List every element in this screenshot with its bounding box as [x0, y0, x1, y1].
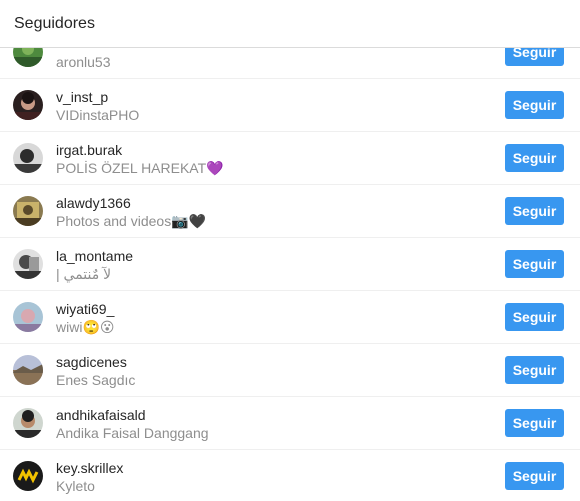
follower-fullname: Kyleto [56, 478, 95, 494]
follower-username[interactable]: la_montame [56, 247, 133, 265]
avatar[interactable] [13, 461, 43, 491]
follower-fullname: | لآ مٌنتمي [56, 266, 112, 282]
follower-fullname: Photos and videos📷🖤 [56, 213, 207, 229]
avatar[interactable] [13, 143, 43, 173]
follower-username[interactable]: wiyati69_ [56, 300, 114, 318]
follower-username[interactable]: andhikafaisald [56, 406, 146, 424]
follower-row: la_montame | لآ مٌنتمي Seguir [0, 238, 580, 291]
follow-button[interactable]: Seguir [505, 462, 564, 490]
follower-username[interactable]: alawdy1366 [56, 194, 131, 212]
followers-list[interactable]: aronlu53 Seguir v_inst_p VIDinstaPHO Seg… [0, 26, 580, 501]
follower-username[interactable]: v_inst_p [56, 88, 108, 106]
avatar[interactable] [13, 302, 43, 332]
follower-fullname: Enes Sagdıc [56, 372, 136, 388]
avatar[interactable] [13, 90, 43, 120]
follower-row: andhikafaisald Andika Faisal Danggang Se… [0, 397, 580, 450]
follower-username[interactable]: sagdicenes [56, 353, 127, 371]
avatar[interactable] [13, 196, 43, 226]
follower-fullname: Andika Faisal Danggang [56, 425, 209, 441]
dialog-title: Seguidores [14, 15, 95, 32]
follower-fullname: POLİS ÖZEL HAREKAT💜 [56, 160, 224, 176]
avatar[interactable] [13, 249, 43, 279]
follow-button[interactable]: Seguir [505, 409, 564, 437]
avatar[interactable] [13, 408, 43, 438]
follower-row: key.skrillex Kyleto Seguir [0, 450, 580, 501]
follower-fullname: VIDinstaPHO [56, 107, 140, 123]
follower-fullname: aronlu53 [56, 54, 111, 70]
follower-row: wiyati69_ wiwi🙄😮 Seguir [0, 291, 580, 344]
follow-button[interactable]: Seguir [505, 303, 564, 331]
followers-dialog: Seguidores aronlu53 Seguir v_inst_p VIDi… [0, 0, 580, 501]
follow-button[interactable]: Seguir [505, 144, 564, 172]
follow-button[interactable]: Seguir [505, 356, 564, 384]
follower-row: alawdy1366 Photos and videos📷🖤 Seguir [0, 185, 580, 238]
follower-row: v_inst_p VIDinstaPHO Seguir [0, 79, 580, 132]
follower-username[interactable]: key.skrillex [56, 459, 123, 477]
avatar[interactable] [13, 355, 43, 385]
follower-username[interactable]: irgat.burak [56, 141, 122, 159]
follow-button[interactable]: Seguir [505, 91, 564, 119]
follower-row: irgat.burak POLİS ÖZEL HAREKAT💜 Seguir [0, 132, 580, 185]
follow-button[interactable]: Seguir [505, 197, 564, 225]
follow-button[interactable]: Seguir [505, 250, 564, 278]
follower-row: sagdicenes Enes Sagdıc Seguir [0, 344, 580, 397]
follower-fullname: wiwi🙄😮 [56, 319, 115, 335]
dialog-header: Seguidores [0, 0, 580, 48]
